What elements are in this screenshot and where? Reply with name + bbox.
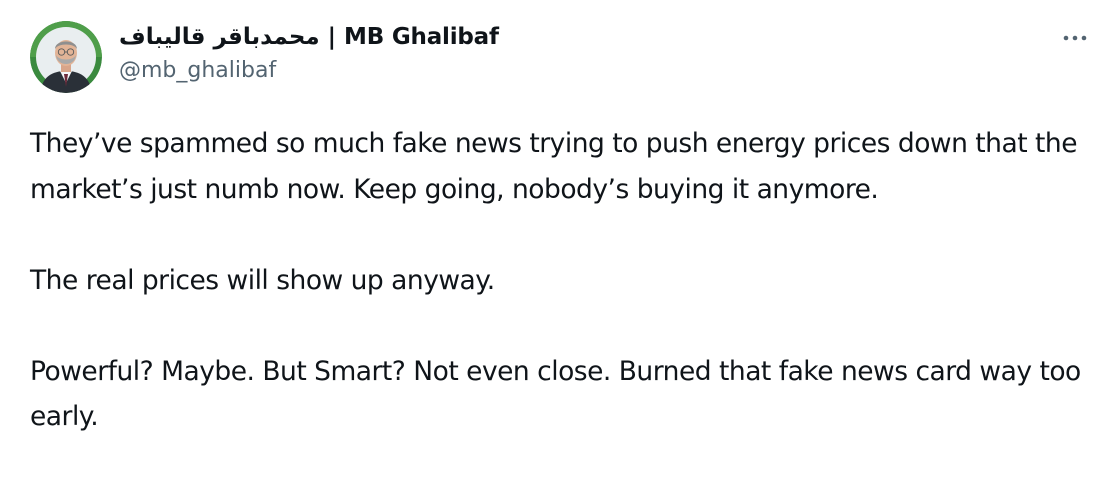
more-options-button[interactable] xyxy=(1055,20,1095,56)
tweet-card: محمدباقر قالیباف | MB Ghalibaf @mb_ghali… xyxy=(0,0,1119,496)
tweet-paragraph: They’ve spammed so much fake news trying… xyxy=(30,128,1078,205)
tweet-paragraph: The real prices will show up anyway. xyxy=(30,264,495,296)
author-display-name[interactable]: محمدباقر قالیباف | MB Ghalibaf xyxy=(119,24,499,50)
tweet-paragraph: Powerful? Maybe. But Smart? Not even clo… xyxy=(30,355,1081,433)
tweet-text: They’ve spammed so much fake news trying… xyxy=(30,121,1100,440)
more-dots-icon xyxy=(1063,35,1087,41)
avatar[interactable] xyxy=(30,21,102,93)
author-name-row[interactable]: محمدباقر قالیباف | MB Ghalibaf xyxy=(119,19,499,55)
author-handle[interactable]: @mb_ghalibaf xyxy=(119,58,276,83)
profile-photo-icon xyxy=(30,21,102,93)
